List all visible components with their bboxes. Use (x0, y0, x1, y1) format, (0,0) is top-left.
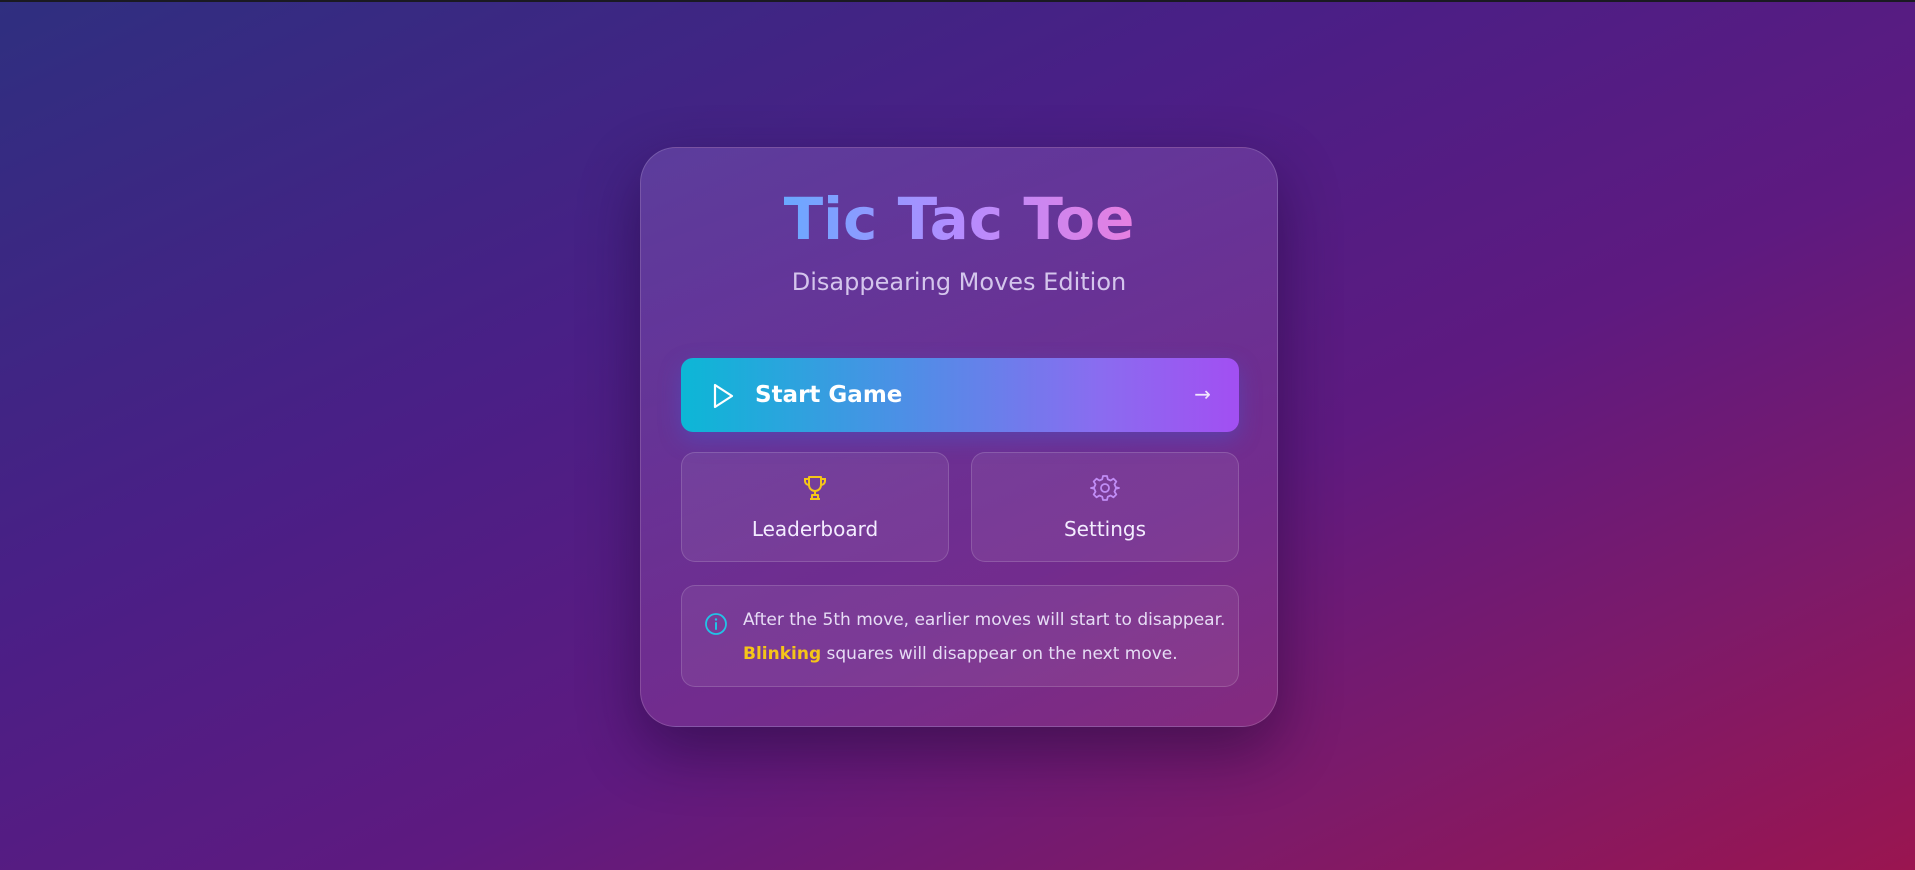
start-game-button[interactable]: Start Game → (681, 358, 1239, 432)
settings-label: Settings (1063, 517, 1147, 541)
menu-card: Tic Tac Toe Disappearing Moves Edition S… (640, 147, 1278, 727)
gear-icon (1090, 475, 1120, 501)
leaderboard-button[interactable]: Leaderboard (681, 452, 949, 562)
rules-info-box: After the 5th move, earlier moves will s… (681, 585, 1239, 687)
blinking-highlight: Blinking (743, 644, 822, 664)
trophy-icon (804, 476, 826, 500)
game-subtitle: Disappearing Moves Edition (791, 268, 1127, 296)
info-icon (705, 613, 727, 635)
game-title: Tic Tac Toe (783, 185, 1135, 253)
arrow-right-icon: → (1194, 382, 1211, 406)
settings-button[interactable]: Settings (971, 452, 1239, 562)
info-text-line2: Blinking squares will disappear on the n… (743, 644, 1178, 664)
info-text-line1: After the 5th move, earlier moves will s… (743, 610, 1226, 630)
leaderboard-label: Leaderboard (751, 517, 879, 541)
play-icon (713, 383, 734, 409)
info-text-line2-rest: squares will disappear on the next move. (821, 644, 1178, 664)
start-game-label: Start Game (755, 382, 903, 408)
window-top-border (0, 0, 1915, 2)
